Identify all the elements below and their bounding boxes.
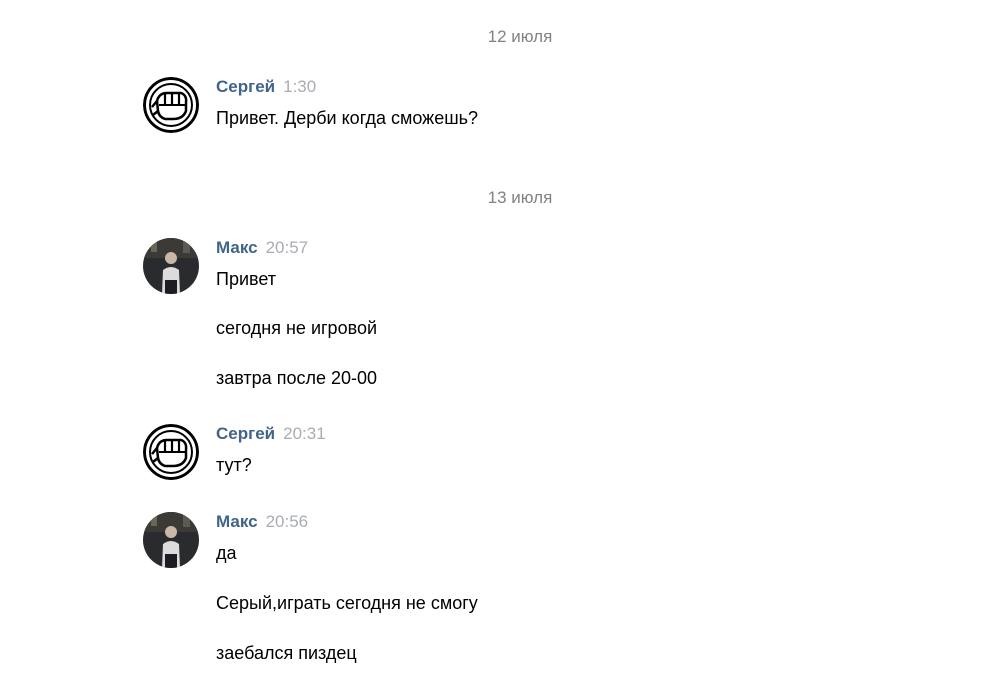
user-photo xyxy=(143,512,199,568)
message-text: Серый,играть сегодня не смогу xyxy=(216,593,478,613)
message-text: Привет. Дерби когда сможешь? xyxy=(216,108,479,128)
message-time[interactable]: 1:30 xyxy=(283,77,316,96)
author-name[interactable]: Сергей xyxy=(216,77,275,96)
chat-history: 12 июля Сергей 1:30 Привет. Дерби когда с… xyxy=(0,0,1000,700)
author-name[interactable]: Сергей xyxy=(216,424,275,443)
message-text: завтра после 20-00 xyxy=(216,368,378,388)
message-header: Сергей 1:30 xyxy=(216,77,316,97)
message-time[interactable]: 20:56 xyxy=(266,512,309,531)
date-divider: 13 июля xyxy=(487,188,553,207)
date-divider: 12 июля xyxy=(487,27,553,46)
author-name[interactable]: Макс xyxy=(216,512,258,531)
message-text: тут? xyxy=(216,455,252,475)
message-time[interactable]: 20:57 xyxy=(266,238,309,257)
user-photo xyxy=(143,238,199,294)
avatar[interactable] xyxy=(143,77,199,133)
message-header: Сергей 20:31 xyxy=(216,424,326,444)
author-name[interactable]: Макс xyxy=(216,238,258,257)
message-text: сегодня не игровой xyxy=(216,318,378,338)
fist-icon xyxy=(143,424,199,480)
message-text: заебался пиздец xyxy=(216,643,357,663)
message-header: Макс 20:57 xyxy=(216,238,308,258)
fist-icon xyxy=(143,77,199,133)
message-text: да xyxy=(216,543,237,563)
avatar[interactable] xyxy=(143,424,199,480)
avatar[interactable] xyxy=(143,238,199,294)
avatar[interactable] xyxy=(143,512,199,568)
message-header: Макс 20:56 xyxy=(216,512,308,532)
message-text: Привет xyxy=(216,269,277,289)
message-time[interactable]: 20:31 xyxy=(283,424,326,443)
